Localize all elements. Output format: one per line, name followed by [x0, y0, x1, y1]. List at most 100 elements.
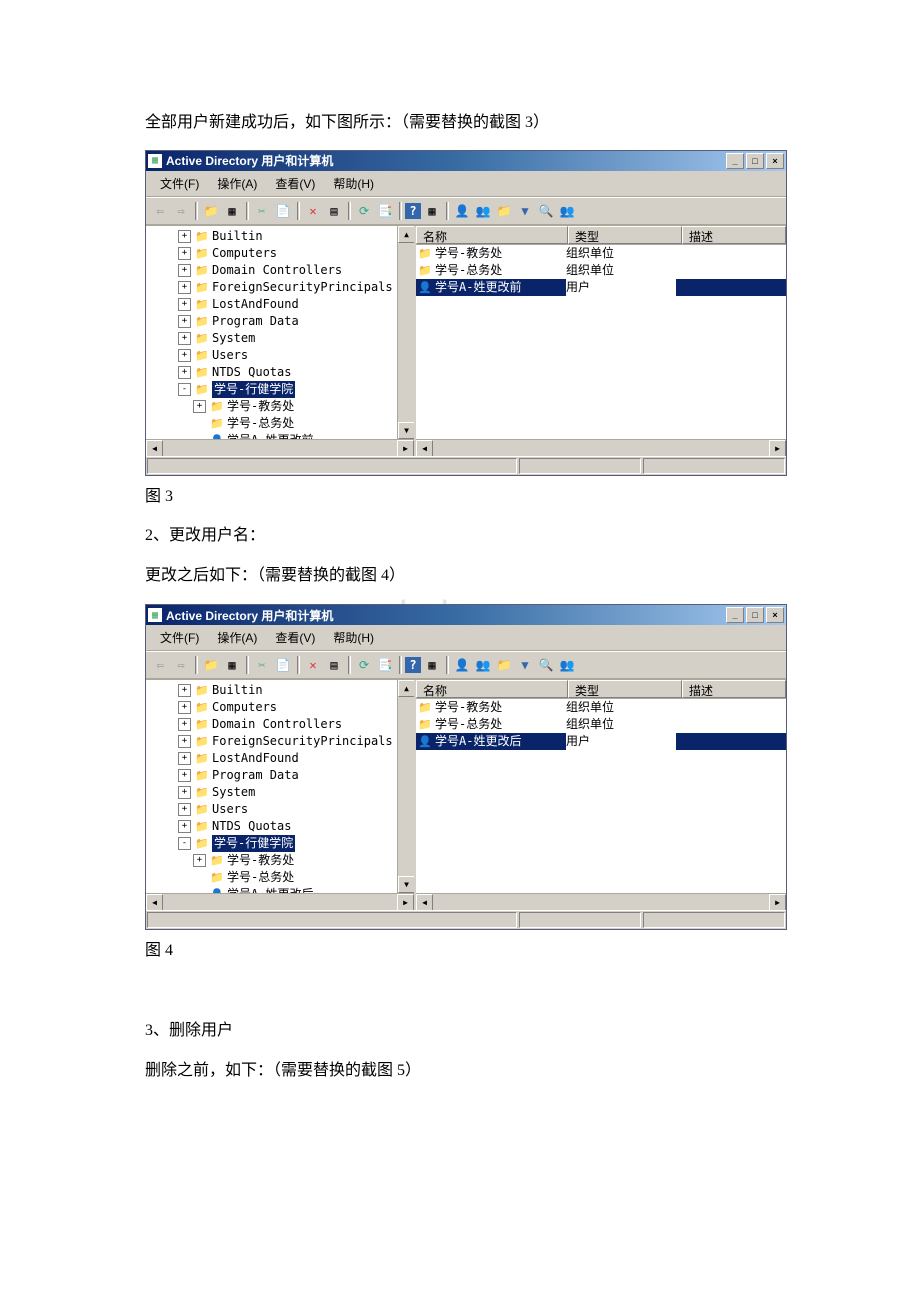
collapse-icon[interactable]: -: [178, 383, 191, 396]
tree-item[interactable]: +Domain Controllers: [148, 262, 414, 279]
back-icon[interactable]: ⇦: [150, 655, 170, 675]
expand-icon[interactable]: +: [193, 854, 206, 867]
collapse-icon[interactable]: -: [178, 837, 191, 850]
refresh-icon[interactable]: ⟳: [354, 655, 374, 675]
expand-icon[interactable]: +: [178, 718, 191, 731]
vertical-scrollbar[interactable]: ▲ ▼: [397, 680, 414, 893]
tree-item[interactable]: +System: [148, 784, 414, 801]
col-name[interactable]: 名称: [416, 680, 568, 698]
menu-help[interactable]: 帮助(H): [325, 173, 382, 194]
scroll-right-icon[interactable]: ▶: [769, 440, 786, 456]
col-type[interactable]: 类型: [568, 226, 682, 244]
expand-icon[interactable]: +: [178, 786, 191, 799]
horizontal-scrollbar[interactable]: ◀ ▶: [146, 893, 414, 910]
list-row[interactable]: 学号-教务处组织单位: [416, 699, 786, 716]
copy-icon[interactable]: 📄: [273, 201, 293, 221]
delete-icon[interactable]: ✕: [303, 655, 323, 675]
list-row[interactable]: 学号A-姓更改前用户: [416, 279, 786, 296]
tree-item[interactable]: +ForeignSecurityPrincipals: [148, 733, 414, 750]
forward-icon[interactable]: ⇨: [171, 655, 191, 675]
scroll-up-icon[interactable]: ▲: [398, 680, 415, 697]
new-group-icon[interactable]: 👥: [473, 201, 493, 221]
titlebar[interactable]: ▦ Active Directory 用户和计算机 _ □ ×: [146, 605, 786, 625]
copy-icon[interactable]: 📄: [273, 655, 293, 675]
expand-icon[interactable]: +: [178, 820, 191, 833]
expand-icon[interactable]: +: [178, 332, 191, 345]
scroll-down-icon[interactable]: ▼: [398, 422, 415, 439]
minimize-button[interactable]: _: [726, 153, 744, 169]
col-name[interactable]: 名称: [416, 226, 568, 244]
tree-item[interactable]: +学号-教务处: [148, 398, 414, 415]
scroll-left-icon[interactable]: ◀: [146, 894, 163, 910]
maximize-button[interactable]: □: [746, 153, 764, 169]
close-button[interactable]: ×: [766, 153, 784, 169]
expand-icon[interactable]: +: [193, 400, 206, 413]
list-row[interactable]: 学号-总务处组织单位: [416, 262, 786, 279]
add-to-group-icon[interactable]: 👥: [557, 201, 577, 221]
cut-icon[interactable]: ✂: [252, 201, 272, 221]
tree-item[interactable]: 学号-总务处: [148, 869, 414, 886]
up-icon[interactable]: 📁: [201, 655, 221, 675]
list-row[interactable]: 学号A-姓更改后用户: [416, 733, 786, 750]
tree-item[interactable]: +NTDS Quotas: [148, 818, 414, 835]
scroll-down-icon[interactable]: ▼: [398, 876, 415, 893]
cut-icon[interactable]: ✂: [252, 655, 272, 675]
tree-item[interactable]: -学号-行健学院: [148, 835, 414, 852]
tree-item[interactable]: +ForeignSecurityPrincipals: [148, 279, 414, 296]
list-row[interactable]: 学号-总务处组织单位: [416, 716, 786, 733]
expand-icon[interactable]: +: [178, 803, 191, 816]
new-user-icon[interactable]: 👤: [452, 201, 472, 221]
tree-item[interactable]: +Users: [148, 801, 414, 818]
expand-icon[interactable]: +: [178, 264, 191, 277]
show-hide-icon[interactable]: ▦: [222, 655, 242, 675]
new-ou-icon[interactable]: 📁: [494, 655, 514, 675]
horizontal-scrollbar[interactable]: ◀ ▶: [416, 893, 786, 910]
scroll-left-icon[interactable]: ◀: [416, 894, 433, 910]
tree-item[interactable]: -学号-行健学院: [148, 381, 414, 398]
scroll-up-icon[interactable]: ▲: [398, 226, 415, 243]
scroll-right-icon[interactable]: ▶: [769, 894, 786, 910]
tree-item[interactable]: +Computers: [148, 699, 414, 716]
tree-item[interactable]: +Builtin: [148, 682, 414, 699]
expand-icon[interactable]: +: [178, 366, 191, 379]
vertical-scrollbar[interactable]: ▲ ▼: [397, 226, 414, 439]
tree-item[interactable]: +LostAndFound: [148, 750, 414, 767]
expand-icon[interactable]: +: [178, 735, 191, 748]
col-desc[interactable]: 描述: [682, 680, 786, 698]
tree-item[interactable]: +Program Data: [148, 313, 414, 330]
menu-help[interactable]: 帮助(H): [325, 627, 382, 648]
maximize-button[interactable]: □: [746, 607, 764, 623]
expand-icon[interactable]: +: [178, 298, 191, 311]
menu-view[interactable]: 查看(V): [267, 173, 323, 194]
menu-file[interactable]: 文件(F): [152, 173, 207, 194]
find-icon[interactable]: 🔍: [536, 201, 556, 221]
expand-icon[interactable]: +: [178, 752, 191, 765]
col-desc[interactable]: 描述: [682, 226, 786, 244]
export-icon[interactable]: 📑: [375, 655, 395, 675]
tree-item[interactable]: 学号-总务处: [148, 415, 414, 432]
filter-icon[interactable]: ▼: [515, 201, 535, 221]
col-type[interactable]: 类型: [568, 680, 682, 698]
menu-action[interactable]: 操作(A): [209, 173, 265, 194]
tree-item[interactable]: +Users: [148, 347, 414, 364]
properties-icon[interactable]: ▤: [324, 655, 344, 675]
close-button[interactable]: ×: [766, 607, 784, 623]
tree-item[interactable]: +Builtin: [148, 228, 414, 245]
forward-icon[interactable]: ⇨: [171, 201, 191, 221]
tree-item[interactable]: +System: [148, 330, 414, 347]
expand-icon[interactable]: +: [178, 247, 191, 260]
menu-action[interactable]: 操作(A): [209, 627, 265, 648]
minimize-button[interactable]: _: [726, 607, 744, 623]
scroll-right-icon[interactable]: ▶: [397, 894, 414, 910]
new-group-icon[interactable]: 👥: [473, 655, 493, 675]
refresh-icon[interactable]: ⟳: [354, 201, 374, 221]
back-icon[interactable]: ⇦: [150, 201, 170, 221]
new-ou-icon[interactable]: 📁: [494, 201, 514, 221]
expand-icon[interactable]: +: [178, 281, 191, 294]
new-user-icon[interactable]: 👤: [452, 655, 472, 675]
expand-icon[interactable]: +: [178, 701, 191, 714]
tree-item[interactable]: +学号-教务处: [148, 852, 414, 869]
menu-file[interactable]: 文件(F): [152, 627, 207, 648]
delete-icon[interactable]: ✕: [303, 201, 323, 221]
expand-icon[interactable]: +: [178, 230, 191, 243]
